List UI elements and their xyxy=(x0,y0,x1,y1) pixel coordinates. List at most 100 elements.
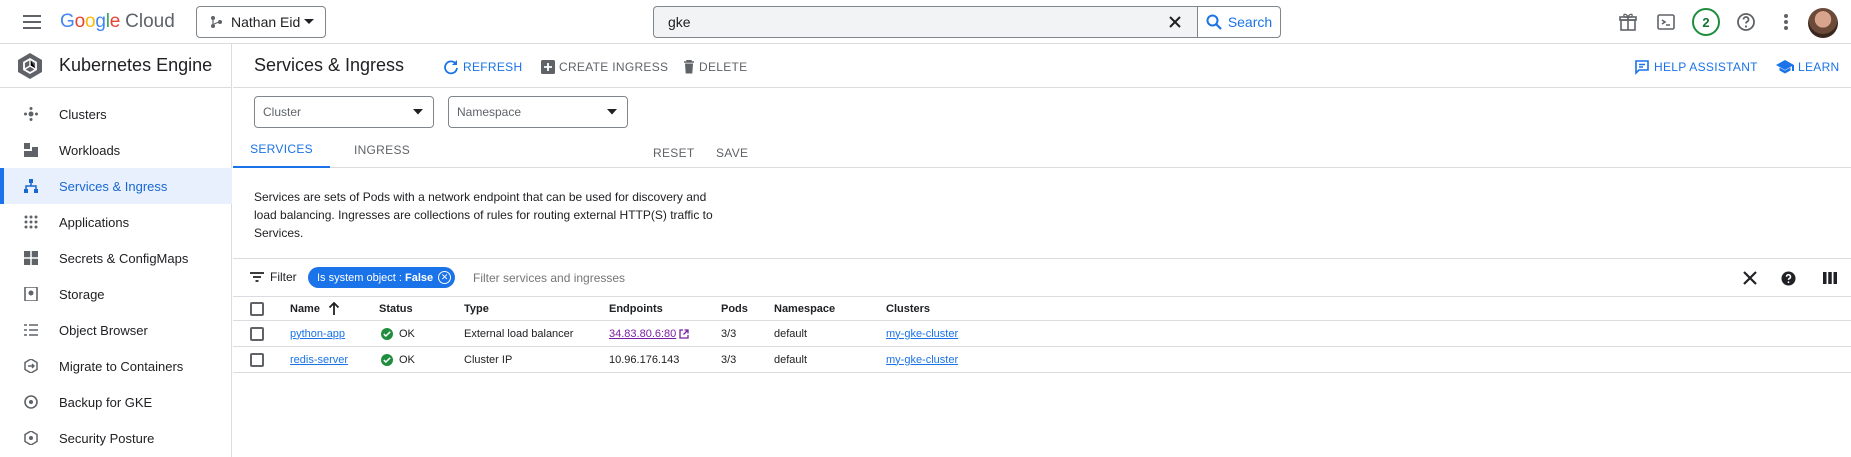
table-row: python-app OK External load balancer 34.… xyxy=(233,321,1851,347)
page-description: Services are sets of Pods with a network… xyxy=(254,190,713,240)
sidebar-item-label: Migrate to Containers xyxy=(59,358,184,374)
project-icon xyxy=(209,15,223,29)
open-in-new-icon[interactable] xyxy=(679,328,689,339)
sidebar-item-migrate-to-containers[interactable]: Migrate to Containers xyxy=(0,348,232,384)
sidebar-item-backup-for-gke[interactable]: Backup for GKE xyxy=(0,384,232,420)
help-assistant-button[interactable]: HELP ASSISTANT xyxy=(1634,57,1758,77)
sidebar-item-applications[interactable]: Applications xyxy=(0,204,232,240)
endpoint-cell: 34.83.80.6:80 xyxy=(609,321,689,346)
clear-filter-icon[interactable] xyxy=(1741,269,1759,287)
type-cell: Cluster IP xyxy=(464,353,513,366)
service-name-link[interactable]: redis-server xyxy=(290,354,348,366)
column-header-namespace[interactable]: Namespace xyxy=(774,297,835,320)
project-name: Nathan Eid xyxy=(231,14,301,30)
google-cloud-logo[interactable]: Google Cloud xyxy=(60,10,175,34)
sidebar-item-storage[interactable]: Storage xyxy=(0,276,232,312)
cluster-select[interactable]: Cluster xyxy=(254,96,434,128)
sidebar-item-workloads[interactable]: Workloads xyxy=(0,132,232,168)
filter-icon xyxy=(250,272,264,282)
table-header-row: Name Status Type Endpoints Pods Namespac… xyxy=(233,297,1851,321)
filter-chip[interactable]: Is system object : False ✕ xyxy=(308,267,456,288)
chevron-down-icon xyxy=(607,109,617,115)
workloads-icon xyxy=(24,143,38,157)
logo-brand: Google xyxy=(60,11,121,32)
column-display-icon[interactable] xyxy=(1821,269,1839,287)
create-ingress-button[interactable]: CREATE INGRESS xyxy=(541,57,668,77)
sidebar-item-label: Backup for GKE xyxy=(59,394,153,410)
search-icon xyxy=(1206,14,1222,30)
endpoint-cell: 10.96.176.143 xyxy=(609,353,680,366)
cloud-shell-icon[interactable] xyxy=(1654,10,1678,34)
search-button-label: Search xyxy=(1227,14,1273,30)
filter-label: Filter xyxy=(270,270,297,284)
delete-icon xyxy=(684,60,694,74)
remove-filter-icon[interactable]: ✕ xyxy=(438,271,452,284)
search-button[interactable]: Search xyxy=(1197,7,1280,37)
kubernetes-engine-icon xyxy=(16,52,44,80)
top-bar: Google Cloud Nathan Eid Search 2 xyxy=(0,0,1851,44)
row-checkbox[interactable] xyxy=(250,353,264,367)
search-input[interactable] xyxy=(668,7,1108,37)
learn-button[interactable]: LEARN xyxy=(1776,57,1840,77)
sidebar-item-object-browser[interactable]: Object Browser xyxy=(0,312,232,348)
sidebar-item-services-ingress[interactable]: Services & Ingress xyxy=(0,168,232,204)
endpoint-link[interactable]: 34.83.80.6:80 xyxy=(609,328,676,340)
tab-ingress[interactable]: INGRESS xyxy=(330,132,434,168)
filter-input[interactable] xyxy=(473,263,1073,293)
sidebar-item-security-posture[interactable]: Security Posture xyxy=(0,420,232,456)
add-box-icon xyxy=(541,60,555,74)
chevron-down-icon xyxy=(303,18,315,26)
account-avatar[interactable] xyxy=(1808,8,1838,38)
help-icon[interactable] xyxy=(1734,10,1758,34)
namespace-select[interactable]: Namespace xyxy=(448,96,628,128)
gift-icon[interactable] xyxy=(1616,10,1640,34)
namespace-cell: default xyxy=(774,353,808,366)
namespace-select-placeholder: Namespace xyxy=(457,105,522,119)
project-picker[interactable]: Nathan Eid xyxy=(196,6,326,38)
main-menu-icon[interactable] xyxy=(20,10,44,34)
refresh-icon xyxy=(444,60,458,75)
cluster-link[interactable]: my-gke-cluster xyxy=(886,328,958,340)
tab-bar: SERVICES INGRESS xyxy=(233,132,1851,168)
table-row: redis-server OK Cluster IP 10.96.176.143… xyxy=(233,347,1851,373)
refresh-button[interactable]: REFRESH xyxy=(443,57,522,77)
column-help-icon[interactable] xyxy=(1779,269,1797,287)
row-checkbox[interactable] xyxy=(250,327,264,341)
pods-cell: 3/3 xyxy=(721,327,737,340)
logo-product: Cloud xyxy=(125,11,175,32)
column-header-status[interactable]: Status xyxy=(379,297,413,320)
service-name-link[interactable]: python-app xyxy=(290,328,345,340)
notifications-badge[interactable]: 2 xyxy=(1692,8,1720,36)
services-icon xyxy=(24,179,38,193)
filter-button[interactable]: Filter xyxy=(250,270,297,284)
tab-services[interactable]: SERVICES xyxy=(233,132,330,168)
sidebar-item-secrets-configmaps[interactable]: Secrets & ConfigMaps xyxy=(0,240,232,276)
sidebar-item-label: Clusters xyxy=(59,106,107,122)
page-header: Services & Ingress REFRESH CREATE INGRES… xyxy=(233,44,1851,88)
more-vert-icon[interactable] xyxy=(1774,10,1798,34)
delete-button[interactable]: DELETE xyxy=(683,57,747,77)
clear-search-icon[interactable] xyxy=(1166,13,1184,31)
backup-icon xyxy=(24,395,38,409)
sidebar-nav: Clusters Workloads Services & Ingress Ap… xyxy=(0,96,232,456)
column-header-type[interactable]: Type xyxy=(464,297,489,320)
column-header-clusters[interactable]: Clusters xyxy=(886,297,930,320)
sidebar-item-label: Security Posture xyxy=(59,430,155,446)
select-all-checkbox[interactable] xyxy=(250,302,264,316)
sidebar-item-label: Storage xyxy=(59,286,105,302)
security-icon xyxy=(24,431,38,445)
column-header-pods[interactable]: Pods xyxy=(721,297,748,320)
create-ingress-label: CREATE INGRESS xyxy=(559,60,669,74)
sidebar-item-clusters[interactable]: Clusters xyxy=(0,96,232,132)
learn-label: LEARN xyxy=(1798,60,1840,74)
main-content: Services & Ingress REFRESH CREATE INGRES… xyxy=(233,44,1851,457)
status-cell: OK xyxy=(381,321,415,346)
object-browser-icon xyxy=(24,323,38,337)
column-header-endpoints[interactable]: Endpoints xyxy=(609,297,663,320)
page-title: Services & Ingress xyxy=(254,55,405,75)
arrow-up-icon xyxy=(328,302,340,315)
column-header-name[interactable]: Name xyxy=(290,297,340,320)
cluster-link[interactable]: my-gke-cluster xyxy=(886,354,958,366)
filter-chip-key: Is system object : xyxy=(317,271,402,284)
filter-chip-value: False xyxy=(404,271,434,284)
